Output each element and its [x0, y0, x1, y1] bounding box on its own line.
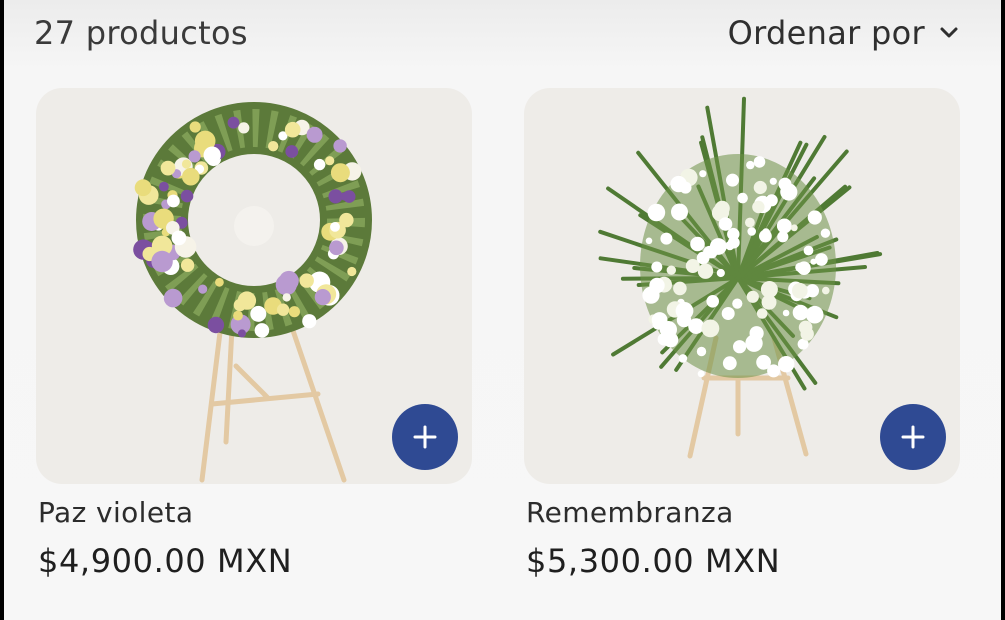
product-listing-screen: 27 productos Ordenar por Paz violeta $4,… [4, 0, 1001, 620]
product-name[interactable]: Remembranza [526, 496, 734, 529]
product-image[interactable] [524, 88, 960, 484]
listing-toolbar: 27 productos Ordenar por [4, 0, 1001, 72]
product-image[interactable] [36, 88, 472, 484]
chevron-down-icon [940, 27, 958, 38]
add-to-cart-button[interactable] [392, 404, 458, 470]
product-name[interactable]: Paz violeta [38, 496, 193, 529]
product-price: $4,900.00 MXN [38, 542, 293, 580]
sort-dropdown[interactable]: Ordenar por [728, 14, 961, 52]
product-count: 27 productos [34, 14, 248, 52]
sort-label: Ordenar por [727, 14, 925, 52]
plus-icon [901, 425, 925, 449]
plus-icon [413, 425, 437, 449]
product-card[interactable]: Paz violeta $4,900.00 MXN [36, 88, 472, 580]
product-card[interactable]: Remembranza $5,300.00 MXN [524, 88, 960, 580]
add-to-cart-button[interactable] [880, 404, 946, 470]
product-price: $5,300.00 MXN [526, 542, 781, 580]
